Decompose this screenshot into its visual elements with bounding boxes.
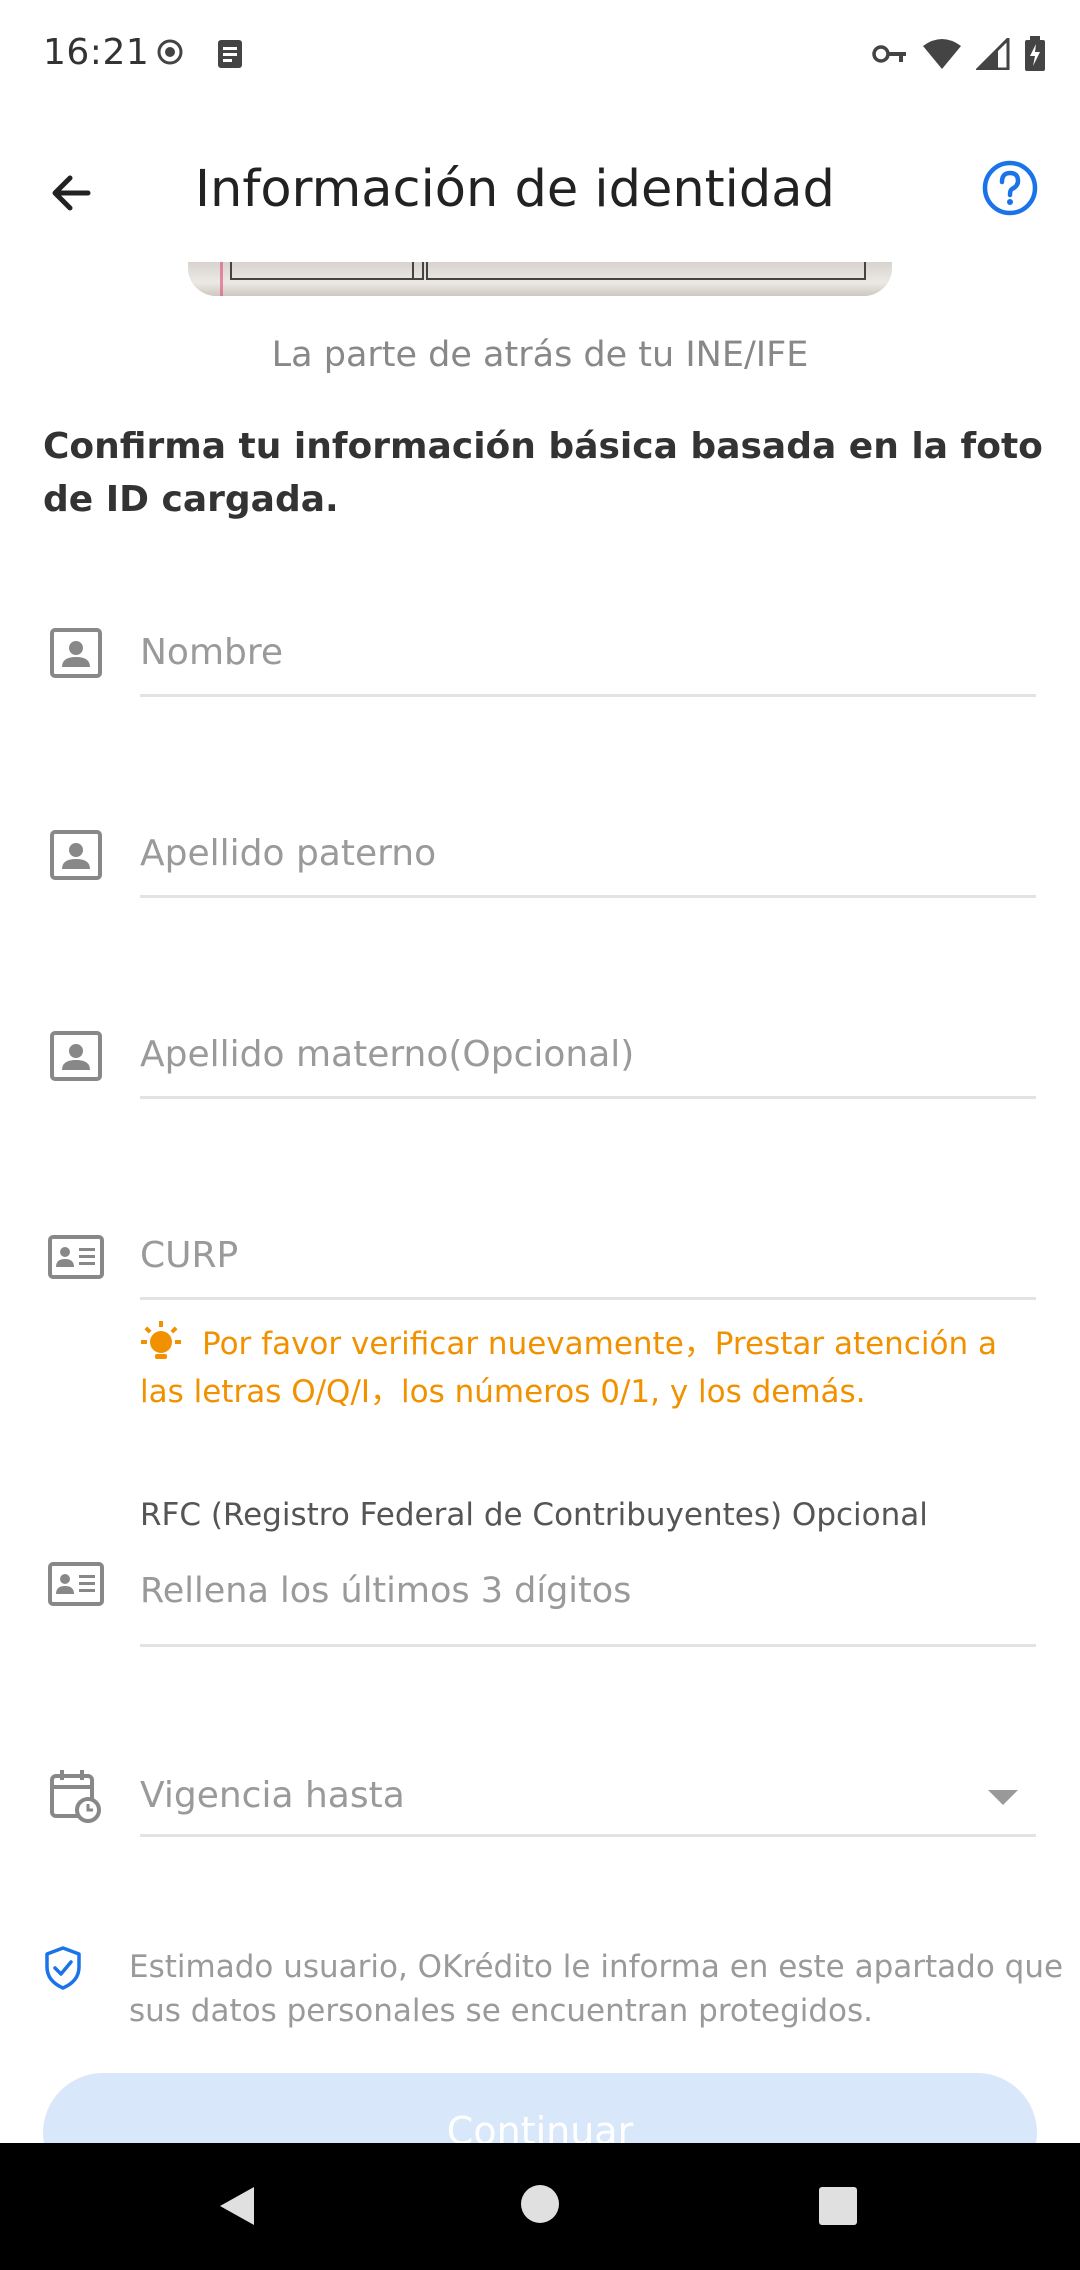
record-icon [157,39,183,65]
field-underline [140,1096,1036,1099]
id-card-icon [48,1235,104,1279]
intro-text: Confirma tu información básica basada en… [43,426,1043,520]
app-bar: Información de identidad [0,110,1080,260]
photo-frame-line [426,262,866,280]
field-underline [140,694,1036,697]
wifi-icon [923,39,961,69]
person-card-icon [50,628,102,678]
status-icons [872,36,1046,72]
field-underline [140,1297,1036,1300]
lightbulb-icon [141,1321,181,1359]
screen: 16:21 Información de identidad La parte … [0,0,1080,2270]
apellido-paterno-input[interactable] [140,823,1036,883]
signal-icon [976,38,1010,70]
document-icon [218,40,242,68]
help-icon[interactable] [980,158,1040,218]
shield-check-icon [45,1946,81,1990]
nombre-input[interactable] [140,622,1036,682]
apellido-materno-input[interactable] [140,1024,1036,1084]
person-card-icon [50,1031,102,1081]
page-title: Información de identidad [195,160,835,219]
field-underline [140,1834,1036,1837]
field-underline [140,895,1036,898]
calendar-clock-icon [50,1770,101,1823]
curp-warning-text: Por favor verificar nuevamente，Prestar a… [140,1326,997,1410]
photo-frame-line [230,262,414,280]
vpn-key-icon [872,45,906,63]
curp-warning: Por favor verificar nuevamente，Prestar a… [140,1320,1020,1416]
chevron-down-icon[interactable] [988,1790,1018,1805]
status-time: 16:21 [43,32,150,73]
photo-frame-line [410,262,424,280]
id-card-icon [48,1562,104,1606]
vigencia-select[interactable] [140,1765,1036,1825]
rfc-label: RFC (Registro Federal de Contribuyentes)… [140,1497,928,1533]
status-bar: 16:21 [0,0,1080,110]
id-photo-caption: La parte de atrás de tu INE/IFE [271,335,809,375]
rfc-input[interactable] [140,1561,1036,1621]
system-nav-bar [0,2143,1080,2270]
battery-charging-icon [1025,36,1045,71]
person-card-icon [50,830,102,880]
privacy-text: Estimado usuario, OKrédito le informa en… [129,1949,1064,2029]
nav-home-icon[interactable] [519,2183,561,2225]
field-underline [140,1644,1036,1647]
photo-stripe [220,262,223,296]
nav-recents-icon[interactable] [817,2185,859,2227]
back-arrow-icon[interactable] [40,158,110,228]
nav-back-icon[interactable] [214,2183,260,2229]
id-back-photo [188,262,892,296]
curp-input[interactable] [140,1225,1036,1285]
